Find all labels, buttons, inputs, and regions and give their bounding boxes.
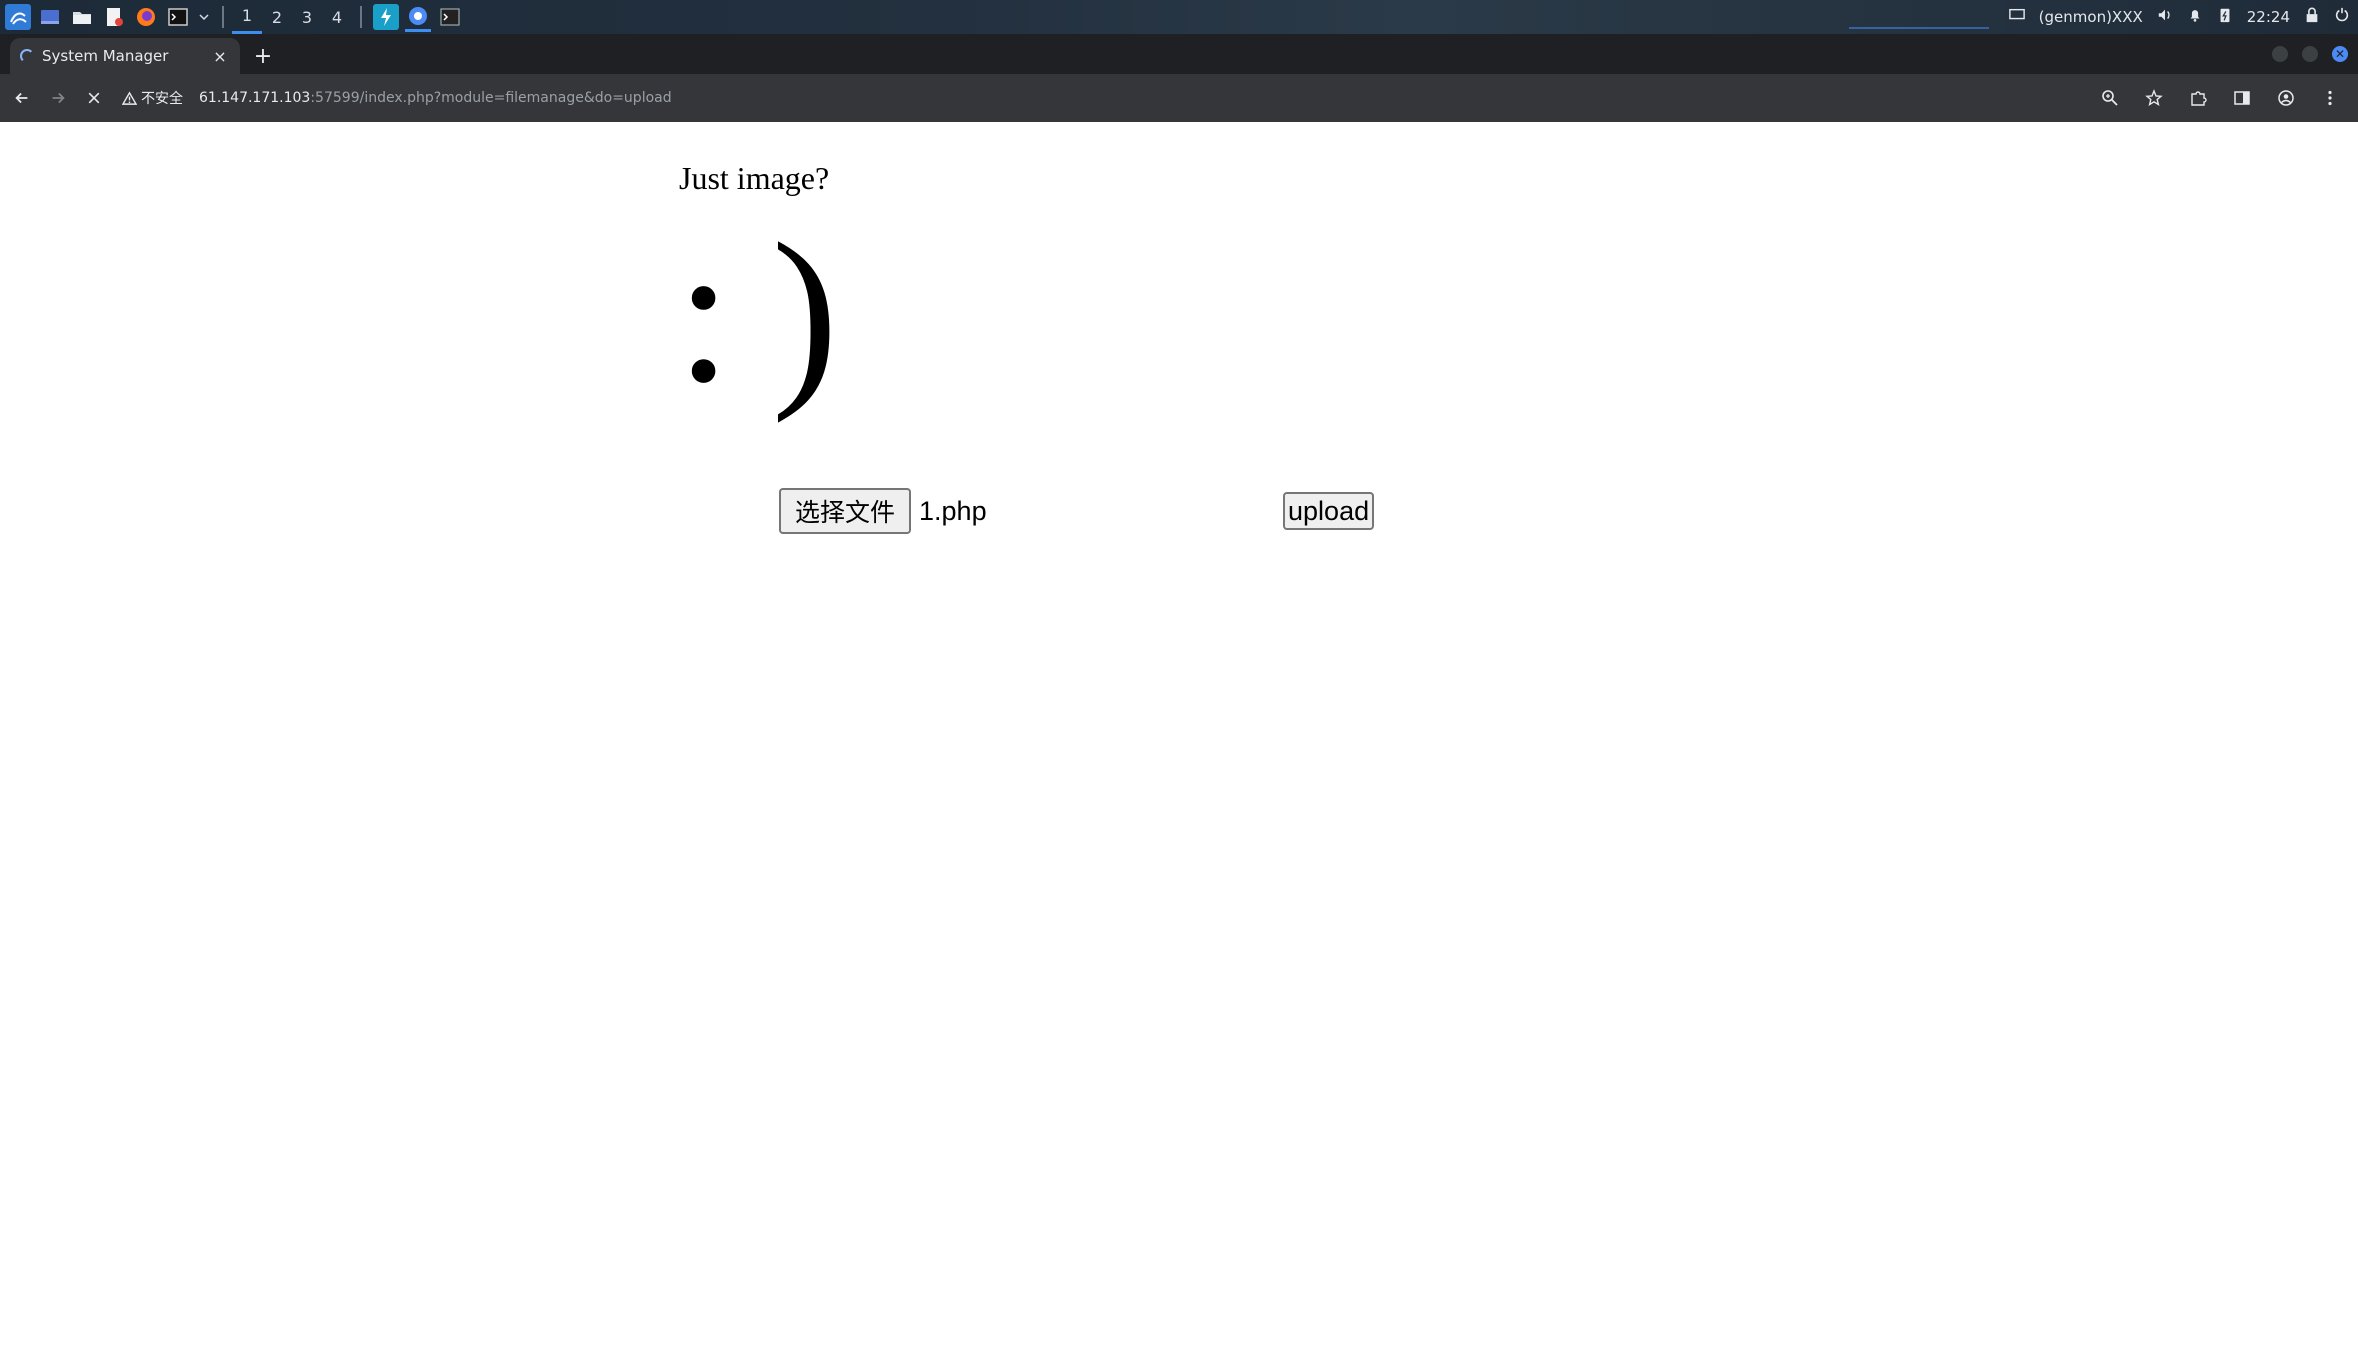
tab-system-manager[interactable]: System Manager × — [10, 38, 240, 74]
notification-bell-icon[interactable] — [2187, 7, 2203, 27]
new-tab-button[interactable]: + — [246, 38, 280, 74]
upload-form: 选择文件 1.php upload — [779, 488, 1375, 534]
firefox-icon[interactable] — [133, 4, 159, 30]
zoom-icon[interactable] — [2094, 82, 2126, 114]
clock[interactable]: 22:24 — [2247, 8, 2290, 26]
arrow-left-icon — [15, 92, 28, 104]
chromium-window-icon[interactable] — [405, 3, 431, 32]
stop-loading-button[interactable] — [76, 80, 112, 116]
panel-separator — [360, 6, 362, 28]
more-menu-icon[interactable] — [2314, 82, 2346, 114]
smiley-text: :) — [676, 203, 879, 424]
desktop-panel: 1 2 3 4 (genmon)XXX 22:24 — [0, 0, 2358, 34]
loading-spinner-icon — [20, 49, 34, 63]
file-manager-icon[interactable] — [69, 4, 95, 30]
selected-file-name: 1.php — [919, 495, 987, 526]
tab-title: System Manager — [42, 47, 169, 65]
close-tab-icon[interactable]: × — [210, 47, 230, 66]
lock-screen-icon[interactable] — [2304, 7, 2320, 27]
power-icon[interactable] — [2334, 7, 2350, 27]
back-button[interactable] — [4, 80, 40, 116]
network-graph — [1848, 5, 1989, 29]
panel-separator — [222, 6, 224, 28]
upload-button[interactable]: upload — [1283, 492, 1375, 530]
terminal-window-icon[interactable] — [437, 4, 463, 30]
workspace-1[interactable]: 1 — [232, 0, 262, 34]
minimize-button[interactable] — [2272, 46, 2288, 62]
arrow-right-icon — [52, 92, 65, 104]
workspace-2[interactable]: 2 — [262, 0, 292, 34]
security-label: 不安全 — [141, 91, 183, 107]
choose-file-button[interactable]: 选择文件 — [779, 488, 912, 534]
burp-suite-icon[interactable] — [373, 4, 399, 30]
browser-tab-bar: System Manager × + ✕ — [0, 34, 2358, 74]
display-icon[interactable] — [2008, 7, 2025, 27]
forward-button[interactable] — [40, 80, 76, 116]
text-editor-icon[interactable] — [101, 4, 127, 30]
page-content: Just image? :) 选择文件 1.php upload — [0, 122, 2358, 1360]
page-heading: Just image? — [679, 160, 830, 196]
maximize-button[interactable] — [2302, 46, 2318, 62]
address-bar[interactable]: 不安全 61.147.171.103:57599/index.php?modul… — [122, 80, 2094, 116]
bookmark-star-icon[interactable] — [2138, 82, 2170, 114]
extensions-icon[interactable] — [2182, 82, 2214, 114]
volume-icon[interactable] — [2157, 7, 2173, 27]
warning-triangle-icon — [122, 90, 137, 105]
url-host: 61.147.171.103 — [199, 90, 311, 106]
browser-toolbar: 不安全 61.147.171.103:57599/index.php?modul… — [0, 74, 2358, 122]
battery-icon[interactable] — [2217, 6, 2233, 28]
close-icon — [88, 92, 100, 104]
workspace-4[interactable]: 4 — [322, 0, 352, 34]
close-window-button[interactable]: ✕ — [2332, 46, 2348, 62]
terminal-icon[interactable] — [165, 4, 191, 30]
workspace-3[interactable]: 3 — [292, 0, 322, 34]
genmon-label: (genmon)XXX — [2038, 8, 2143, 26]
show-desktop-icon[interactable] — [37, 4, 63, 30]
url-path: :57599/index.php?module=filemanage&do=up… — [310, 90, 672, 106]
profile-icon[interactable] — [2270, 82, 2302, 114]
side-panel-icon[interactable] — [2226, 82, 2258, 114]
chevron-down-icon[interactable] — [197, 4, 211, 30]
app-menu-icon[interactable] — [5, 4, 31, 30]
security-indicator[interactable]: 不安全 — [122, 88, 183, 108]
window-controls: ✕ — [2272, 34, 2358, 74]
